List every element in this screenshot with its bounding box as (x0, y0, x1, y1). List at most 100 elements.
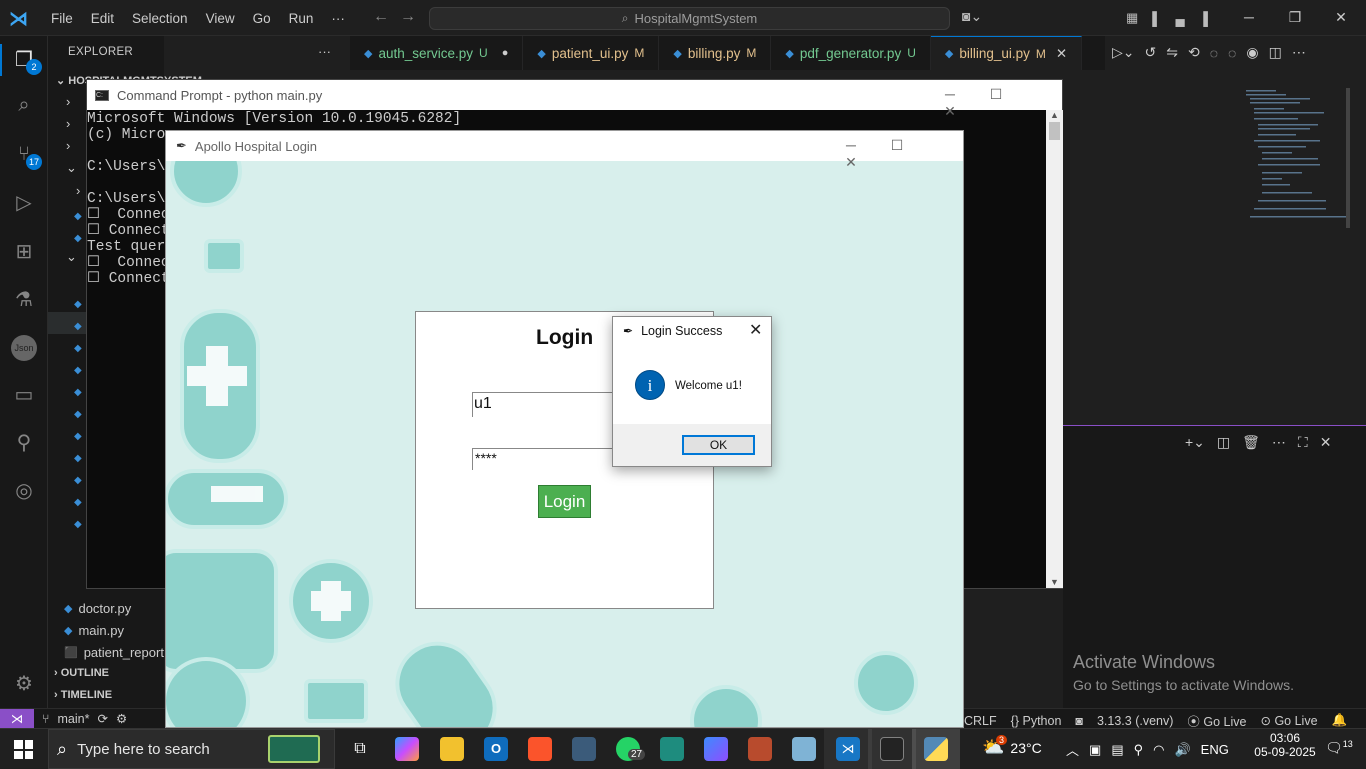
back-arrow-icon[interactable]: ← (373, 8, 389, 26)
maximize-icon[interactable]: ☐ (874, 137, 920, 154)
more-actions-icon[interactable]: ⋯ (1292, 44, 1306, 61)
outline-section[interactable]: › OUTLINE (54, 667, 109, 679)
golive-button-2[interactable]: ⊙ Go Live (1260, 713, 1317, 728)
menu-run[interactable]: Run (280, 11, 323, 26)
scroll-thumb[interactable] (1049, 122, 1060, 140)
login-button[interactable]: Login (538, 485, 591, 518)
compare-icon[interactable]: ⇋ (1166, 44, 1178, 61)
dirty-dot-icon[interactable]: ● (502, 47, 509, 59)
timeline-section[interactable]: › TIMELINE (54, 689, 112, 701)
toggle-secondary-sidebar-icon[interactable]: ▐ (1199, 11, 1208, 26)
remote-icon[interactable]: ◎ (10, 477, 38, 505)
taskbar-search[interactable]: ⌕ Type here to search (48, 729, 335, 769)
dialog-title-bar[interactable]: ✒ Login Success ✕ (613, 317, 771, 345)
eol-label[interactable]: CRLF (964, 714, 997, 728)
json-icon[interactable]: Json (11, 335, 37, 361)
git-graph-status-icon[interactable]: ⚙ (116, 711, 127, 726)
file-patient-report[interactable]: ⬛ patient_report (64, 645, 164, 660)
wifi-icon[interactable]: ◠ (1153, 742, 1164, 758)
menu-view[interactable]: View (197, 11, 244, 26)
branch-label[interactable]: main* (58, 712, 90, 726)
network-app-icon[interactable]: ⚲ (1134, 742, 1144, 758)
menu-go[interactable]: Go (244, 11, 280, 26)
customize-layout-icon[interactable]: ▦ (1126, 10, 1138, 26)
settings-gear-icon[interactable]: ⚙ (10, 670, 38, 698)
copilot-app-icon[interactable] (395, 737, 419, 761)
file-explorer-icon[interactable] (440, 737, 464, 761)
language-mode[interactable]: {} Python (1011, 714, 1062, 728)
tree-chevron-icon[interactable]: › (66, 138, 70, 153)
timeline-icon[interactable]: ↺ (1145, 44, 1157, 61)
run-icon[interactable]: ▷⌄ (1112, 44, 1135, 61)
close-panel-icon[interactable]: ✕ (1320, 434, 1332, 451)
tab-billing-ui[interactable]: ◆ billing_ui.py M ✕ (930, 36, 1083, 70)
notifications-bell-icon[interactable]: 🔔 (1332, 713, 1348, 728)
scroll-down-icon[interactable]: ▼ (1046, 577, 1063, 587)
clock[interactable]: 03:06 05-09-2025 (1250, 731, 1320, 759)
snipping-tool-icon[interactable] (572, 737, 596, 761)
extensions-icon[interactable]: ⊞ (10, 238, 38, 266)
new-terminal-icon[interactable]: +⌄ (1185, 434, 1205, 451)
login-title-bar[interactable]: ✒ Apollo Hospital Login ─ ☐✕ (166, 131, 963, 170)
explorer-more-icon[interactable]: ··· (318, 44, 331, 59)
split-terminal-icon[interactable]: ◫ (1217, 434, 1230, 451)
minimize-icon[interactable]: ─ (1226, 9, 1272, 25)
maximize-panel-icon[interactable]: ⛶ (1298, 434, 1308, 451)
minimize-icon[interactable]: ─ (927, 86, 973, 102)
cmd-title-bar[interactable]: C: Command Prompt - python main.py ─ ☐✕ (87, 80, 1062, 119)
tab-pdf-generator[interactable]: ◆ pdf_generator.py U (771, 36, 931, 70)
dialog-close-icon[interactable]: ✕ (749, 320, 762, 340)
cmd-scrollbar[interactable]: ▲ ▼ (1046, 110, 1063, 588)
tab-patient-ui[interactable]: ◆ patient_ui.py M (523, 36, 660, 70)
minimize-icon[interactable]: ─ (828, 137, 874, 153)
close-icon[interactable]: ✕ (927, 103, 973, 120)
restore-icon[interactable]: ❐ (1272, 9, 1318, 26)
testing-icon[interactable]: ⚗ (10, 286, 38, 314)
panel-more-icon[interactable]: ⋯ (1272, 434, 1286, 451)
menu-more[interactable]: ··· (322, 11, 354, 26)
tray-overflow-icon[interactable]: ︿ (1066, 740, 1079, 759)
tray-app-icon[interactable]: ▤ (1111, 742, 1123, 758)
toggle-sidebar-icon[interactable]: ▌ (1152, 11, 1161, 26)
notification-center-icon[interactable]: 🗨13 (1325, 739, 1353, 757)
game-app-icon[interactable] (748, 737, 772, 761)
file-main[interactable]: ◆ main.py (64, 623, 124, 638)
tree-chevron-icon[interactable]: › (66, 116, 70, 131)
git-action-icon[interactable]: ◉ (1246, 44, 1258, 61)
volume-icon[interactable]: 🔊 (1174, 742, 1190, 758)
folder-icon[interactable]: ▭ (10, 381, 38, 409)
menu-file[interactable]: File (42, 11, 82, 26)
ok-button[interactable]: OK (682, 435, 755, 455)
weather-widget[interactable]: ⛅ 23°C (982, 737, 1042, 758)
remote-indicator[interactable]: ⋊ (0, 709, 34, 729)
command-center[interactable]: ⌕ HospitalMgmtSystem (429, 7, 950, 30)
revert-icon[interactable]: ⟲ (1188, 44, 1200, 61)
windows-start-icon[interactable] (14, 740, 33, 759)
sync-icon[interactable]: ⟳ (97, 711, 107, 726)
brave-browser-icon[interactable] (528, 737, 552, 761)
run-debug-icon[interactable]: ▷ (10, 189, 38, 217)
tree-chevron-icon[interactable]: › (76, 183, 80, 198)
close-icon[interactable]: ✕ (1318, 9, 1364, 26)
interpreter-label[interactable]: 3.13.3 (.venv) (1097, 714, 1173, 728)
tab-billing[interactable]: ◆ billing.py M (659, 36, 772, 70)
meet-now-icon[interactable]: ▣ (1089, 742, 1101, 758)
git-graph-icon[interactable]: ⚲ (10, 429, 38, 457)
copilot-icon[interactable]: ◙⌄ (962, 8, 982, 25)
notes-app-icon[interactable] (792, 737, 816, 761)
tree-chevron-icon[interactable]: › (66, 94, 70, 109)
tab-close-icon[interactable]: ✕ (1056, 46, 1067, 62)
menu-selection[interactable]: Selection (123, 11, 197, 26)
language-indicator[interactable]: ENG (1201, 742, 1229, 757)
toggle-panel-icon[interactable]: ▄ (1176, 11, 1185, 26)
kill-terminal-icon[interactable]: 🗑 (1242, 434, 1260, 451)
outlook-icon[interactable]: O (484, 737, 508, 761)
tab-auth-service[interactable]: ◆ auth_service.py U ● (350, 36, 524, 70)
tree-chevron-icon[interactable]: ⌄ (66, 160, 77, 176)
scroll-up-icon[interactable]: ▲ (1046, 110, 1063, 120)
task-view-icon[interactable]: ⧉ (348, 737, 372, 761)
copilot-status-icon[interactable]: ◙ (1075, 714, 1083, 728)
forward-arrow-icon[interactable]: → (400, 8, 416, 26)
next-change-icon[interactable]: ◌ (1228, 45, 1236, 61)
visual-studio-icon[interactable] (660, 737, 684, 761)
